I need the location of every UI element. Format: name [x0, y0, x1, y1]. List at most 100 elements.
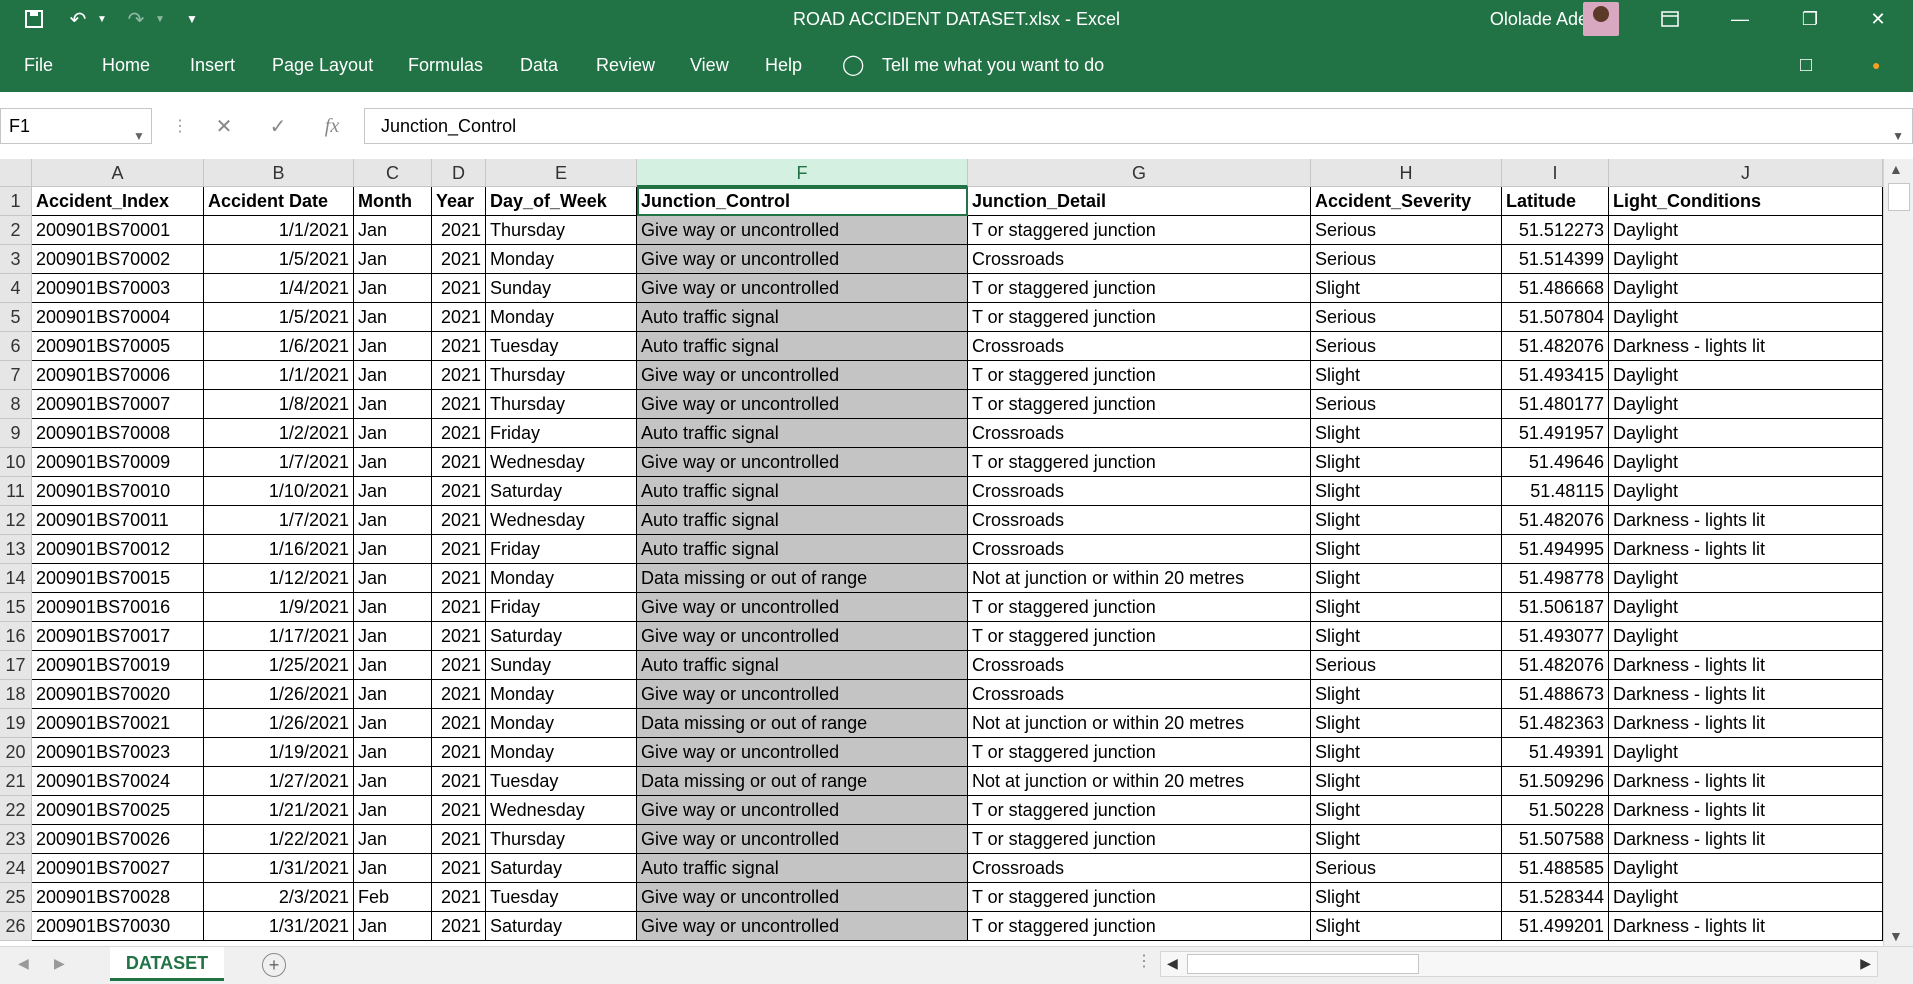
tab-insert[interactable]: Insert	[190, 38, 235, 92]
table-cell[interactable]: Slight	[1311, 883, 1502, 912]
table-cell[interactable]: Daylight	[1609, 274, 1883, 303]
table-cell[interactable]: Jan	[354, 738, 432, 767]
table-cell[interactable]: 1/2/2021	[204, 419, 354, 448]
table-cell[interactable]: Give way or uncontrolled	[637, 593, 968, 622]
table-cell[interactable]: Daylight	[1609, 361, 1883, 390]
table-cell[interactable]: Jan	[354, 303, 432, 332]
table-cell[interactable]: 51.507588	[1502, 825, 1609, 854]
header-cell[interactable]: Light_Conditions	[1609, 187, 1883, 216]
row-header[interactable]: 13	[0, 535, 32, 564]
table-cell[interactable]: 200901BS70019	[32, 651, 204, 680]
table-cell[interactable]: Serious	[1311, 216, 1502, 245]
table-cell[interactable]: 51.482076	[1502, 332, 1609, 361]
table-cell[interactable]: 51.507804	[1502, 303, 1609, 332]
table-cell[interactable]: 2021	[432, 419, 486, 448]
table-cell[interactable]: 51.514399	[1502, 245, 1609, 274]
table-cell[interactable]: 200901BS70024	[32, 767, 204, 796]
table-cell[interactable]: 2021	[432, 796, 486, 825]
table-cell[interactable]: Saturday	[486, 912, 637, 941]
close-icon[interactable]: ✕	[1848, 0, 1908, 38]
table-cell[interactable]: Thursday	[486, 825, 637, 854]
tab-view[interactable]: View	[690, 38, 729, 92]
column-header-g[interactable]: G	[968, 159, 1311, 187]
table-cell[interactable]: 2021	[432, 709, 486, 738]
table-cell[interactable]: 200901BS70009	[32, 448, 204, 477]
table-cell[interactable]: Data missing or out of range	[637, 767, 968, 796]
table-cell[interactable]: Crossroads	[968, 477, 1311, 506]
horizontal-scroll-thumb[interactable]	[1187, 954, 1419, 974]
table-cell[interactable]: Auto traffic signal	[637, 535, 968, 564]
table-cell[interactable]: 2021	[432, 535, 486, 564]
table-cell[interactable]: 2021	[432, 448, 486, 477]
table-cell[interactable]: 51.499201	[1502, 912, 1609, 941]
table-cell[interactable]: Slight	[1311, 477, 1502, 506]
table-cell[interactable]: 51.482076	[1502, 651, 1609, 680]
table-cell[interactable]: Saturday	[486, 854, 637, 883]
table-cell[interactable]: Auto traffic signal	[637, 651, 968, 680]
column-header-c[interactable]: C	[354, 159, 432, 187]
table-cell[interactable]: Monday	[486, 738, 637, 767]
table-cell[interactable]: 2021	[432, 390, 486, 419]
table-cell[interactable]: Darkness - lights lit	[1609, 767, 1883, 796]
table-cell[interactable]: Darkness - lights lit	[1609, 651, 1883, 680]
table-cell[interactable]: 200901BS70020	[32, 680, 204, 709]
column-header-d[interactable]: D	[432, 159, 486, 187]
table-cell[interactable]: Give way or uncontrolled	[637, 912, 968, 941]
table-cell[interactable]: 1/16/2021	[204, 535, 354, 564]
table-cell[interactable]: Serious	[1311, 245, 1502, 274]
table-cell[interactable]: 1/27/2021	[204, 767, 354, 796]
table-cell[interactable]: Auto traffic signal	[637, 419, 968, 448]
table-cell[interactable]: 200901BS70030	[32, 912, 204, 941]
tab-page-layout[interactable]: Page Layout	[272, 38, 373, 92]
table-cell[interactable]: Serious	[1311, 303, 1502, 332]
table-cell[interactable]: Darkness - lights lit	[1609, 912, 1883, 941]
table-cell[interactable]: Darkness - lights lit	[1609, 796, 1883, 825]
table-cell[interactable]: Give way or uncontrolled	[637, 680, 968, 709]
comments-icon[interactable]: □	[1800, 38, 1812, 92]
table-cell[interactable]: Monday	[486, 303, 637, 332]
table-cell[interactable]: T or staggered junction	[968, 361, 1311, 390]
table-cell[interactable]: Crossroads	[968, 854, 1311, 883]
table-cell[interactable]: 200901BS70023	[32, 738, 204, 767]
table-cell[interactable]: Thursday	[486, 216, 637, 245]
table-cell[interactable]: Give way or uncontrolled	[637, 622, 968, 651]
table-cell[interactable]: T or staggered junction	[968, 622, 1311, 651]
table-cell[interactable]: 200901BS70010	[32, 477, 204, 506]
table-cell[interactable]: Sunday	[486, 651, 637, 680]
table-cell[interactable]: Give way or uncontrolled	[637, 448, 968, 477]
table-cell[interactable]: 1/17/2021	[204, 622, 354, 651]
table-cell[interactable]: T or staggered junction	[968, 390, 1311, 419]
table-cell[interactable]: Monday	[486, 245, 637, 274]
table-cell[interactable]: T or staggered junction	[968, 912, 1311, 941]
row-header[interactable]: 1	[0, 187, 32, 216]
row-header[interactable]: 17	[0, 651, 32, 680]
table-cell[interactable]: Jan	[354, 390, 432, 419]
table-cell[interactable]: Saturday	[486, 477, 637, 506]
table-cell[interactable]: 51.488673	[1502, 680, 1609, 709]
table-cell[interactable]: 2021	[432, 651, 486, 680]
tab-home[interactable]: Home	[102, 38, 150, 92]
table-cell[interactable]: 1/31/2021	[204, 854, 354, 883]
table-cell[interactable]: 1/7/2021	[204, 448, 354, 477]
table-cell[interactable]: Serious	[1311, 332, 1502, 361]
table-cell[interactable]: Jan	[354, 825, 432, 854]
table-cell[interactable]: 51.49646	[1502, 448, 1609, 477]
ribbon-display-icon[interactable]	[1640, 0, 1700, 38]
table-cell[interactable]: 200901BS70011	[32, 506, 204, 535]
scroll-right-icon[interactable]: ▶	[1860, 955, 1871, 972]
table-cell[interactable]: Give way or uncontrolled	[637, 825, 968, 854]
table-cell[interactable]: Crossroads	[968, 506, 1311, 535]
table-cell[interactable]: Give way or uncontrolled	[637, 361, 968, 390]
table-cell[interactable]: 51.491957	[1502, 419, 1609, 448]
table-cell[interactable]: 1/10/2021	[204, 477, 354, 506]
column-header-e[interactable]: E	[486, 159, 637, 187]
table-cell[interactable]: Wednesday	[486, 796, 637, 825]
table-cell[interactable]: Jan	[354, 245, 432, 274]
table-cell[interactable]: 1/9/2021	[204, 593, 354, 622]
row-header[interactable]: 4	[0, 274, 32, 303]
table-cell[interactable]: Crossroads	[968, 680, 1311, 709]
sheet-tab-dataset[interactable]: DATASET	[110, 947, 224, 981]
table-cell[interactable]: Daylight	[1609, 477, 1883, 506]
table-cell[interactable]: Serious	[1311, 390, 1502, 419]
table-cell[interactable]: Daylight	[1609, 564, 1883, 593]
